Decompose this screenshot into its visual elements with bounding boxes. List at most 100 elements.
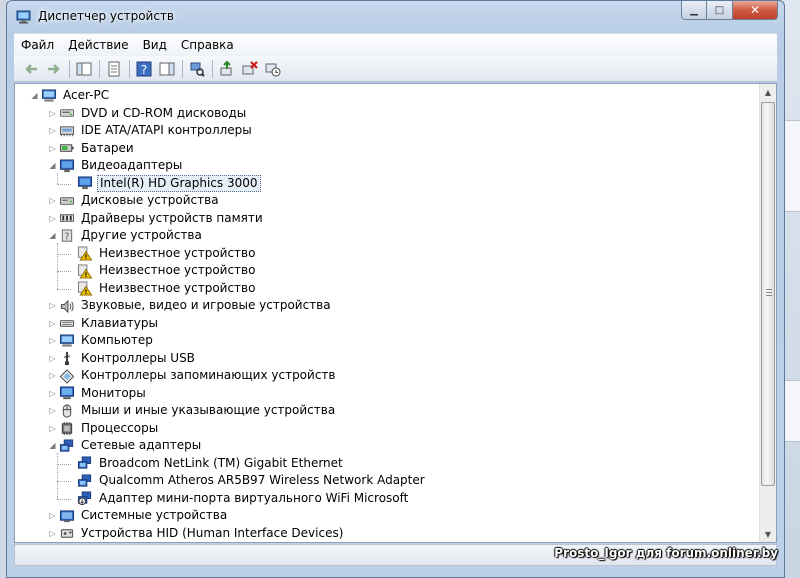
tree-node-label: DVD и CD-ROM дисководы (81, 105, 247, 120)
tree-node[interactable]: ▷ Процессоры (47, 420, 160, 437)
tree-node[interactable]: ▷ Мыши и иные указывающие устройства (47, 402, 337, 419)
expand-icon[interactable]: ▷ (47, 336, 58, 345)
forward-button[interactable] (45, 60, 63, 78)
tree-node[interactable]: ◢ Acer-PC (29, 87, 111, 104)
network-icon (77, 456, 93, 470)
cpu-icon (59, 421, 75, 436)
uninstall-button[interactable] (241, 60, 259, 78)
tree-node-label: IDE ATA/ATAPI контроллеры (81, 123, 252, 137)
expand-icon[interactable]: ▷ (47, 354, 58, 363)
tree-node[interactable]: Intel(R) HD Graphics 3000 (65, 174, 261, 192)
title-bar[interactable]: Диспетчер устройств ▁ □ ✕ (7, 1, 784, 33)
hid-icon (59, 526, 75, 540)
tree-node-label: Контроллеры USB (81, 350, 195, 365)
tree-guide-line (57, 453, 58, 499)
scroll-up-button[interactable]: ▲ (760, 84, 776, 100)
tree-node[interactable]: ▷ Контроллеры запоминающих устройств (47, 367, 337, 384)
tree-node-label: Клавиатуры (81, 315, 158, 330)
back-button[interactable] (22, 60, 40, 78)
expand-icon[interactable]: ▷ (47, 511, 58, 520)
minimize-button[interactable]: ▁ (681, 1, 707, 20)
expand-icon[interactable]: ▷ (47, 529, 58, 538)
menu-item-0[interactable]: Файл (14, 35, 61, 55)
toolbar-separator (182, 59, 183, 78)
tree-node[interactable]: Qualcomm Atheros AR5B97 Wireless Network… (65, 472, 427, 489)
computer-icon (41, 88, 57, 103)
tree-node[interactable]: ▷ Компьютер (47, 332, 155, 349)
usb-icon (59, 351, 75, 366)
system-icon (59, 509, 75, 523)
tree-node-label: Дисковые устройства (81, 193, 219, 207)
vertical-scrollbar[interactable]: ▲ ▼ (759, 84, 776, 542)
scroll-down-button[interactable]: ▼ (760, 526, 776, 542)
tree-node[interactable]: ▷ Устройства HID (Human Interface Devices… (47, 525, 345, 542)
menu-item-1[interactable]: Действие (61, 35, 135, 55)
close-button[interactable]: ✕ (733, 1, 778, 20)
maximize-button[interactable]: □ (707, 1, 733, 20)
tree-node[interactable]: ▷ Системные устройства (47, 507, 229, 524)
tree-node[interactable]: ▷ Мониторы (47, 385, 148, 402)
tree-node[interactable]: ▷ Контроллеры USB (47, 350, 197, 367)
tree-node[interactable]: ◢? Другие устройства (47, 227, 204, 244)
tree-node[interactable]: ▷ Драйверы устройств памяти (47, 210, 265, 227)
arrow-down-icon: ▼ (764, 529, 772, 539)
tree-node[interactable]: Неизвестное устройство (65, 245, 257, 262)
svg-text:?: ? (141, 63, 147, 77)
expand-icon[interactable]: ▷ (47, 126, 58, 135)
tree-node[interactable]: ▷ DVD и CD-ROM дисководы (47, 105, 248, 122)
back-icon (25, 63, 37, 74)
tree-guide-line (57, 463, 71, 465)
tree-node[interactable]: ▷ Дисковые устройства (47, 192, 221, 209)
device-tree[interactable]: ◢ Acer-PC ▷ DVD и CD-ROM дисководы ▷ IDE ATA/… (15, 84, 759, 542)
tree-guide-line (57, 288, 71, 290)
uninstall-icon (242, 60, 258, 74)
update-driver-icon (220, 60, 232, 75)
expand-icon[interactable]: ▷ (47, 196, 58, 205)
console-tree-button[interactable] (75, 60, 93, 78)
collapse-icon[interactable]: ◢ (29, 91, 40, 100)
update-driver-button[interactable] (218, 60, 236, 78)
mouse-icon (59, 403, 75, 418)
collapse-icon[interactable]: ◢ (47, 441, 58, 450)
expand-icon[interactable]: ▷ (47, 389, 58, 398)
action-pane-button[interactable] (158, 60, 176, 78)
disable-device-button[interactable] (264, 60, 282, 78)
tree-node[interactable]: ◢ Видеоадаптеры (47, 157, 184, 174)
tree-node[interactable]: ◢ Сетевые адаптеры (47, 437, 203, 454)
expand-icon[interactable]: ▷ (47, 371, 58, 380)
scroll-thumb[interactable] (761, 102, 775, 486)
tree-node[interactable]: ▷ Батареи (47, 140, 136, 157)
tree-node-label: Broadcom NetLink (TM) Gigabit Ethernet (99, 455, 343, 470)
expand-icon[interactable]: ▷ (47, 144, 58, 153)
expand-icon[interactable]: ▷ (47, 406, 58, 415)
tree-node[interactable]: ▷ Звуковые, видео и игровые устройства (47, 297, 333, 314)
tree-node[interactable]: ▷ Клавиатуры (47, 315, 160, 332)
close-icon: ✕ (749, 3, 761, 17)
tree-node[interactable]: ▷ IDE ATA/ATAPI контроллеры (47, 122, 254, 139)
tree-node-label: Неизвестное устройство (99, 280, 256, 295)
tree-node[interactable]: Неизвестное устройство (65, 280, 257, 297)
tree-node[interactable]: Адаптер мини-порта виртуального WiFi Mic… (65, 490, 410, 507)
tree-node[interactable]: Broadcom NetLink (TM) Gigabit Ethernet (65, 455, 345, 472)
expand-icon[interactable]: ▷ (47, 424, 58, 433)
collapse-icon[interactable]: ◢ (47, 161, 58, 170)
computer-icon (59, 333, 75, 348)
scan-hardware-button[interactable] (188, 60, 206, 78)
menu-item-2[interactable]: Вид (136, 35, 174, 55)
collapse-icon[interactable]: ◢ (47, 231, 58, 240)
network-icon (59, 438, 75, 453)
toolbar-separator (129, 59, 130, 78)
expand-icon[interactable]: ▷ (47, 109, 58, 118)
properties-button[interactable] (105, 60, 123, 78)
tree-guide-line (57, 173, 58, 184)
tree-guide-line (57, 243, 58, 289)
expand-icon[interactable]: ▷ (47, 301, 58, 310)
tree-node-label: Сетевые адаптеры (81, 438, 202, 452)
device-tree-pane[interactable]: ◢ Acer-PC ▷ DVD и CD-ROM дисководы ▷ IDE ATA/… (14, 83, 777, 543)
expand-icon[interactable]: ▷ (47, 319, 58, 328)
watermark: Prosto_Igor для forum.onliner.by (554, 546, 778, 560)
tree-node[interactable]: Неизвестное устройство (65, 262, 257, 279)
menu-item-3[interactable]: Справка (174, 35, 241, 55)
expand-icon[interactable]: ▷ (47, 214, 58, 223)
help-button[interactable]: ? (135, 60, 153, 78)
